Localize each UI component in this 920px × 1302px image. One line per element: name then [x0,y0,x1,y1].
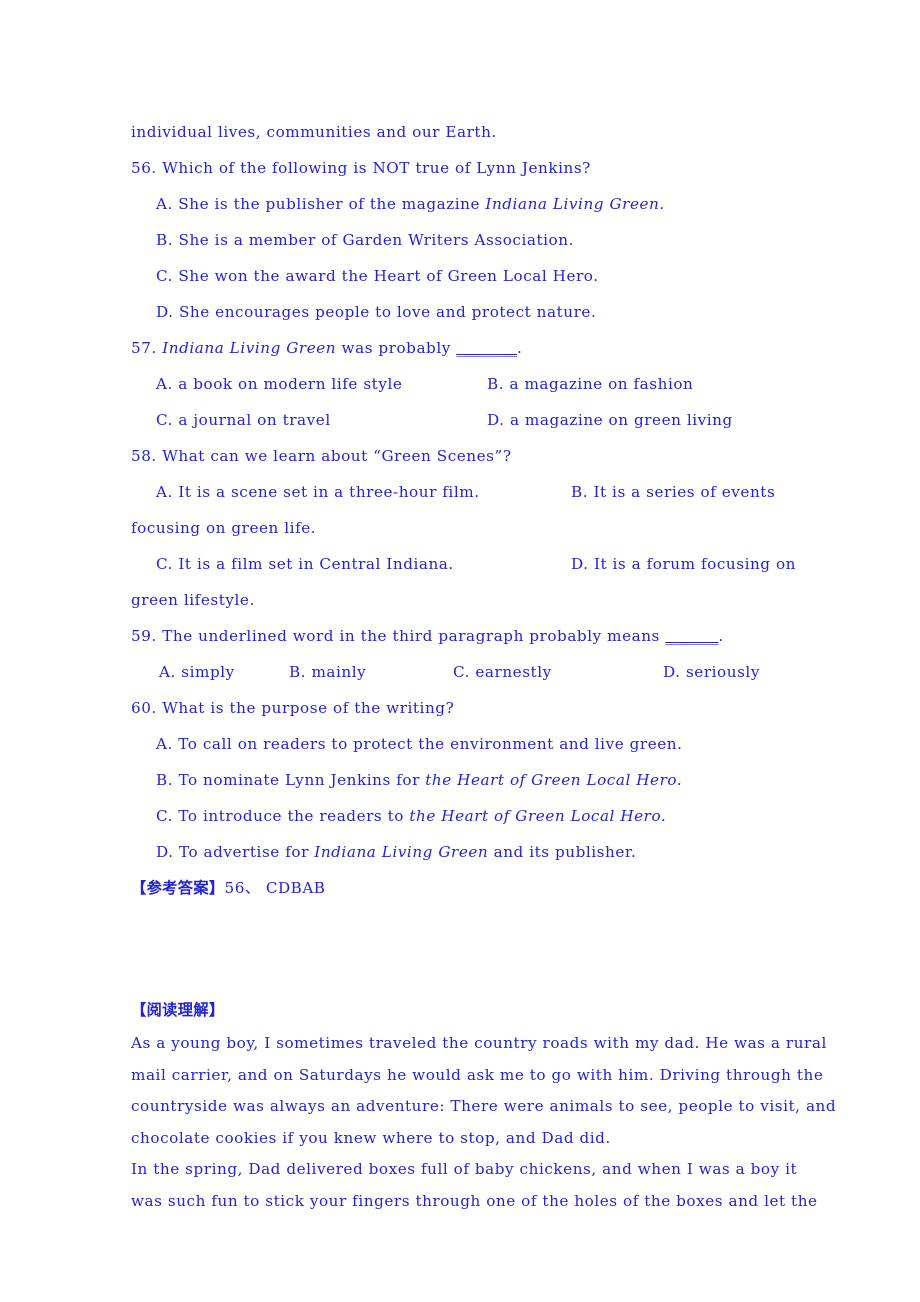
option-label: C. [156,267,174,285]
question-57-text: was probably [336,339,457,357]
question-57-title-italic: Indiana Living Green [162,339,337,357]
question-58-text: What can we learn about “Green Scenes”? [162,447,512,465]
answer-key-body: 56、 CDBAB [224,879,326,897]
option-label: D. [156,843,174,861]
question-59-option-c[interactable]: C. earnestly [453,654,552,690]
question-59-option-d[interactable]: D. seriously [663,654,760,690]
option-text: She is a member of Garden Writers Associ… [178,231,574,249]
option-text-end: . [676,771,683,789]
question-57-option-a[interactable]: A. a book on modern life style [156,366,402,402]
option-title-italic: Indiana Living Green [314,843,489,861]
question-58-options-row-1: A. It is a scene set in a three-hour fil… [131,474,791,510]
option-text: To call on readers to protect the enviro… [178,735,683,753]
question-60-text: What is the purpose of the writing? [162,699,455,717]
question-60-stem: 60. What is the purpose of the writing? [131,690,791,726]
question-59-options-row: A. simply B. mainly C. earnestly D. seri… [131,654,791,690]
question-59-option-a[interactable]: A. simply [159,654,235,690]
option-label: B. [156,231,174,249]
option-text: She is the publisher of the magazine [178,195,486,213]
question-57-period: . [517,339,523,357]
question-59-period: . [718,627,724,645]
question-60-option-b[interactable]: B. To nominate Lynn Jenkins for the Hear… [131,762,791,798]
question-59-text: The underlined word in the third paragra… [162,627,666,645]
option-text: To advertise for [178,843,315,861]
option-label: B. [156,771,174,789]
option-label: D. [156,303,174,321]
question-58-option-a[interactable]: A. It is a scene set in a three-hour fil… [156,474,480,510]
question-56-text: Which of the following is NOT true of Ly… [162,159,591,177]
question-57-stem: 57. Indiana Living Green was probably __… [131,330,791,366]
question-58-option-b[interactable]: B. It is a series of events [571,474,775,510]
question-58-option-d-wrap: green lifestyle. [131,591,255,609]
question-56-option-d[interactable]: D. She encourages people to love and pro… [131,294,791,330]
reading-heading-text: 【阅读理解】 [131,1001,225,1019]
option-title-italic: the Heart of Green Local Hero [409,807,661,825]
document-page: individual lives, communities and our Ea… [0,0,920,1302]
question-58-option-b-wrap: focusing on green life. [131,519,317,537]
question-58-number: 58. [131,447,157,465]
question-57-option-d[interactable]: D. a magazine on green living [487,402,733,438]
question-56-stem: 56. Which of the following is NOT true o… [131,150,791,186]
question-56-number: 56. [131,159,157,177]
option-title-italic: Indiana Living Green [485,195,660,213]
option-text: She encourages people to love and protec… [178,303,597,321]
option-label: A. [156,195,173,213]
question-59-stem: 59. The underlined word in the third par… [131,618,791,654]
question-59-option-b[interactable]: B. mainly [289,654,366,690]
option-text-end: . [660,807,667,825]
option-text-end: . [659,195,665,213]
question-56-option-b[interactable]: B. She is a member of Garden Writers Ass… [131,222,791,258]
question-60-option-c[interactable]: C. To introduce the readers to the Heart… [131,798,791,834]
passage-line: In the spring, Dad delivered boxes full … [131,1160,798,1178]
question-60-number: 60. [131,699,157,717]
passage-line: As a young boy, I sometimes traveled the… [131,1034,827,1052]
document-content: individual lives, communities and our Ea… [131,114,837,1217]
question-56-option-a[interactable]: A. She is the publisher of the magazine … [131,186,791,222]
option-label: A. [156,735,173,753]
question-57-option-c[interactable]: C. a journal on travel [156,402,331,438]
option-text-end: and its publisher. [488,843,637,861]
option-text: To introduce the readers to [178,807,410,825]
question-60-option-d[interactable]: D. To advertise for Indiana Living Green… [131,834,791,870]
option-label: C. [156,807,174,825]
question-58-options-row-2: C. It is a film set in Central Indiana. … [131,546,795,582]
option-text: She won the award the Heart of Green Loc… [178,267,599,285]
answer-key-heading: 【参考答案】 [131,879,225,897]
option-title-italic: the Heart of Green Local Hero [425,771,677,789]
question-57-option-b[interactable]: B. a magazine on fashion [487,366,693,402]
question-57-options-row-1: A. a book on modern life style B. a maga… [131,366,791,402]
reading-passage-2: In the spring, Dad delivered boxes full … [131,1154,818,1217]
question-58-option-d[interactable]: D. It is a forum focusing on [571,546,796,582]
passage-line: chocolate cookies if you knew where to s… [131,1128,611,1147]
question-57-options-row-2: C. a journal on travel D. a magazine on … [131,402,791,438]
question-58-option-c[interactable]: C. It is a film set in Central Indiana. [156,546,454,582]
passage-line: mail carrier, and on Saturdays he would … [131,1065,824,1084]
question-60-option-a[interactable]: A. To call on readers to protect the env… [131,726,791,762]
question-59-number: 59. [131,627,157,645]
reading-section-heading: 【阅读理解】 [131,992,791,1028]
question-56-option-c[interactable]: C. She won the award the Heart of Green … [131,258,791,294]
option-text: To nominate Lynn Jenkins for [178,771,426,789]
reading-passage-1: As a young boy, I sometimes traveled the… [131,1028,837,1154]
question-59-blank: _______ [665,627,719,645]
passage-line: countryside was always an adventure: The… [131,1097,837,1115]
question-57-number: 57. [131,339,157,357]
question-58-stem: 58. What can we learn about “Green Scene… [131,438,791,474]
answer-key-line: 【参考答案】56、 CDBAB [131,870,791,906]
question-57-blank: ________ [456,339,517,357]
continuation-line: individual lives, communities and our Ea… [131,123,497,141]
passage-line: was such fun to stick your fingers throu… [131,1191,818,1210]
